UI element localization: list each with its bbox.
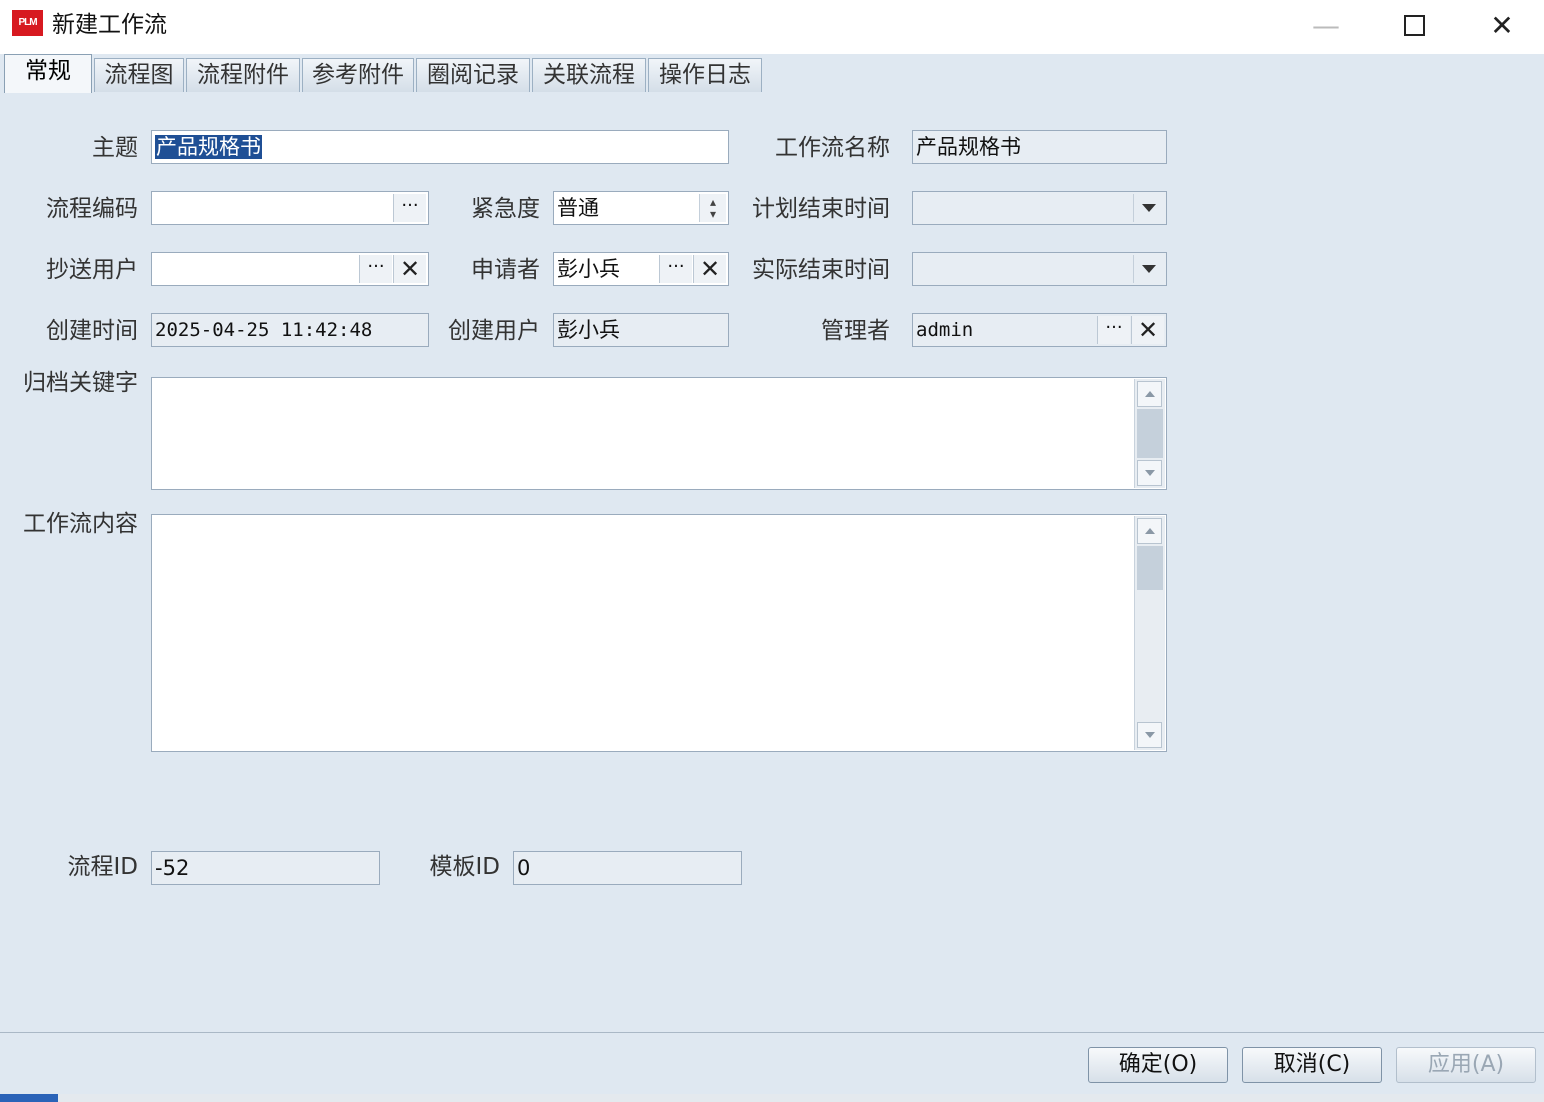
scroll-up-icon[interactable] (1137, 381, 1162, 407)
applicant-input[interactable]: 彭小兵 ··· ✕ (553, 252, 729, 286)
archive-keywords-label: 归档关键字 (23, 370, 138, 396)
subject-label: 主题 (92, 135, 138, 161)
template-id-label: 模板ID (429, 854, 501, 880)
workflow-content-scrollbar[interactable] (1134, 516, 1165, 750)
actual-end-dropdown[interactable] (912, 252, 1167, 286)
archive-keywords-textarea[interactable] (151, 377, 1167, 490)
manager-clear-button[interactable]: ✕ (1131, 316, 1164, 344)
workflow-name-field[interactable]: 产品规格书 (912, 130, 1167, 164)
manager-input[interactable]: admin ··· ✕ (912, 313, 1167, 347)
tab-flowchart[interactable]: 流程图 (94, 58, 184, 92)
workflow-content-label: 工作流内容 (23, 511, 138, 537)
dropdown-arrow-icon[interactable] (1133, 194, 1164, 222)
workflow-name-label: 工作流名称 (775, 135, 890, 161)
taskbar-indicator (0, 1094, 58, 1102)
process-id-field: -52 (151, 851, 380, 885)
minimize-icon: — (1312, 8, 1340, 42)
actual-end-label: 实际结束时间 (752, 257, 890, 283)
urgency-spin-buttons[interactable]: ▴ ▾ (699, 194, 726, 222)
maximize-icon (1403, 14, 1425, 36)
archive-keywords-scrollbar[interactable] (1134, 379, 1165, 488)
applicant-value: 彭小兵 (557, 257, 620, 281)
planned-end-label: 计划结束时间 (752, 196, 890, 222)
process-code-label: 流程编码 (46, 196, 138, 222)
tab-general[interactable]: 常规 (4, 54, 92, 93)
tab-review-records[interactable]: 圈阅记录 (416, 58, 530, 92)
cc-users-clear-button[interactable]: ✕ (393, 255, 426, 283)
manager-browse-button[interactable]: ··· (1097, 316, 1130, 344)
created-user-field: 彭小兵 (553, 313, 729, 347)
cc-users-label: 抄送用户 (46, 257, 138, 283)
process-code-browse-button[interactable]: ··· (393, 194, 426, 222)
urgency-value: 普通 (557, 196, 599, 220)
scroll-thumb[interactable] (1137, 409, 1163, 458)
tab-reference-attachments[interactable]: 参考附件 (302, 58, 414, 92)
process-code-input[interactable]: ··· (151, 191, 429, 225)
created-user-label: 创建用户 (448, 318, 540, 344)
tab-related-processes[interactable]: 关联流程 (532, 58, 646, 92)
cc-users-browse-button[interactable]: ··· (359, 255, 392, 283)
urgency-spinner[interactable]: 普通 ▴ ▾ (553, 191, 729, 225)
apply-button[interactable]: 应用(A) (1396, 1047, 1536, 1083)
close-button[interactable]: ✕ (1458, 0, 1544, 50)
created-time-field: 2025-04-25 11:42:48 (151, 313, 429, 347)
maximize-button[interactable] (1370, 0, 1458, 50)
tab-operation-log[interactable]: 操作日志 (648, 58, 762, 92)
applicant-clear-button[interactable]: ✕ (693, 255, 726, 283)
spin-down-icon: ▾ (709, 207, 717, 221)
process-id-label: 流程ID (67, 854, 139, 880)
workflow-content-textarea[interactable] (151, 514, 1167, 752)
plm-logo-icon: PLM (12, 10, 43, 36)
applicant-label: 申请者 (471, 257, 540, 283)
cancel-button[interactable]: 取消(C) (1242, 1047, 1382, 1083)
scroll-thumb[interactable] (1137, 546, 1163, 590)
bottom-strip (0, 1094, 1544, 1102)
scroll-down-icon[interactable] (1137, 722, 1162, 748)
close-icon: ✕ (1490, 8, 1514, 42)
title-bar: PLM 新建工作流 — ✕ (0, 0, 1544, 54)
dropdown-arrow-icon[interactable] (1133, 255, 1164, 283)
template-id-field: 0 (513, 851, 742, 885)
scroll-up-icon[interactable] (1137, 518, 1162, 544)
planned-end-dropdown[interactable] (912, 191, 1167, 225)
subject-input[interactable]: 产品规格书 (151, 130, 729, 164)
manager-value: admin (916, 319, 974, 341)
tab-process-attachments[interactable]: 流程附件 (186, 58, 300, 92)
urgency-label: 紧急度 (471, 196, 540, 222)
applicant-browse-button[interactable]: ··· (659, 255, 692, 283)
ok-button[interactable]: 确定(O) (1088, 1047, 1228, 1083)
scroll-down-icon[interactable] (1137, 460, 1162, 486)
dialog-footer: 确定(O) 取消(C) 应用(A) (0, 1032, 1544, 1095)
window-title: 新建工作流 (52, 12, 167, 38)
subject-value: 产品规格书 (155, 135, 262, 159)
minimize-button[interactable]: — (1282, 0, 1370, 50)
general-panel: 主题 产品规格书 工作流名称 产品规格书 流程编码 ··· 紧急度 普通 ▴ ▾… (0, 92, 1544, 1032)
tab-bar: 常规 流程图 流程附件 参考附件 圈阅记录 关联流程 操作日志 (0, 54, 1544, 93)
created-time-label: 创建时间 (46, 318, 138, 344)
cc-users-input[interactable]: ··· ✕ (151, 252, 429, 286)
manager-label: 管理者 (821, 318, 890, 344)
